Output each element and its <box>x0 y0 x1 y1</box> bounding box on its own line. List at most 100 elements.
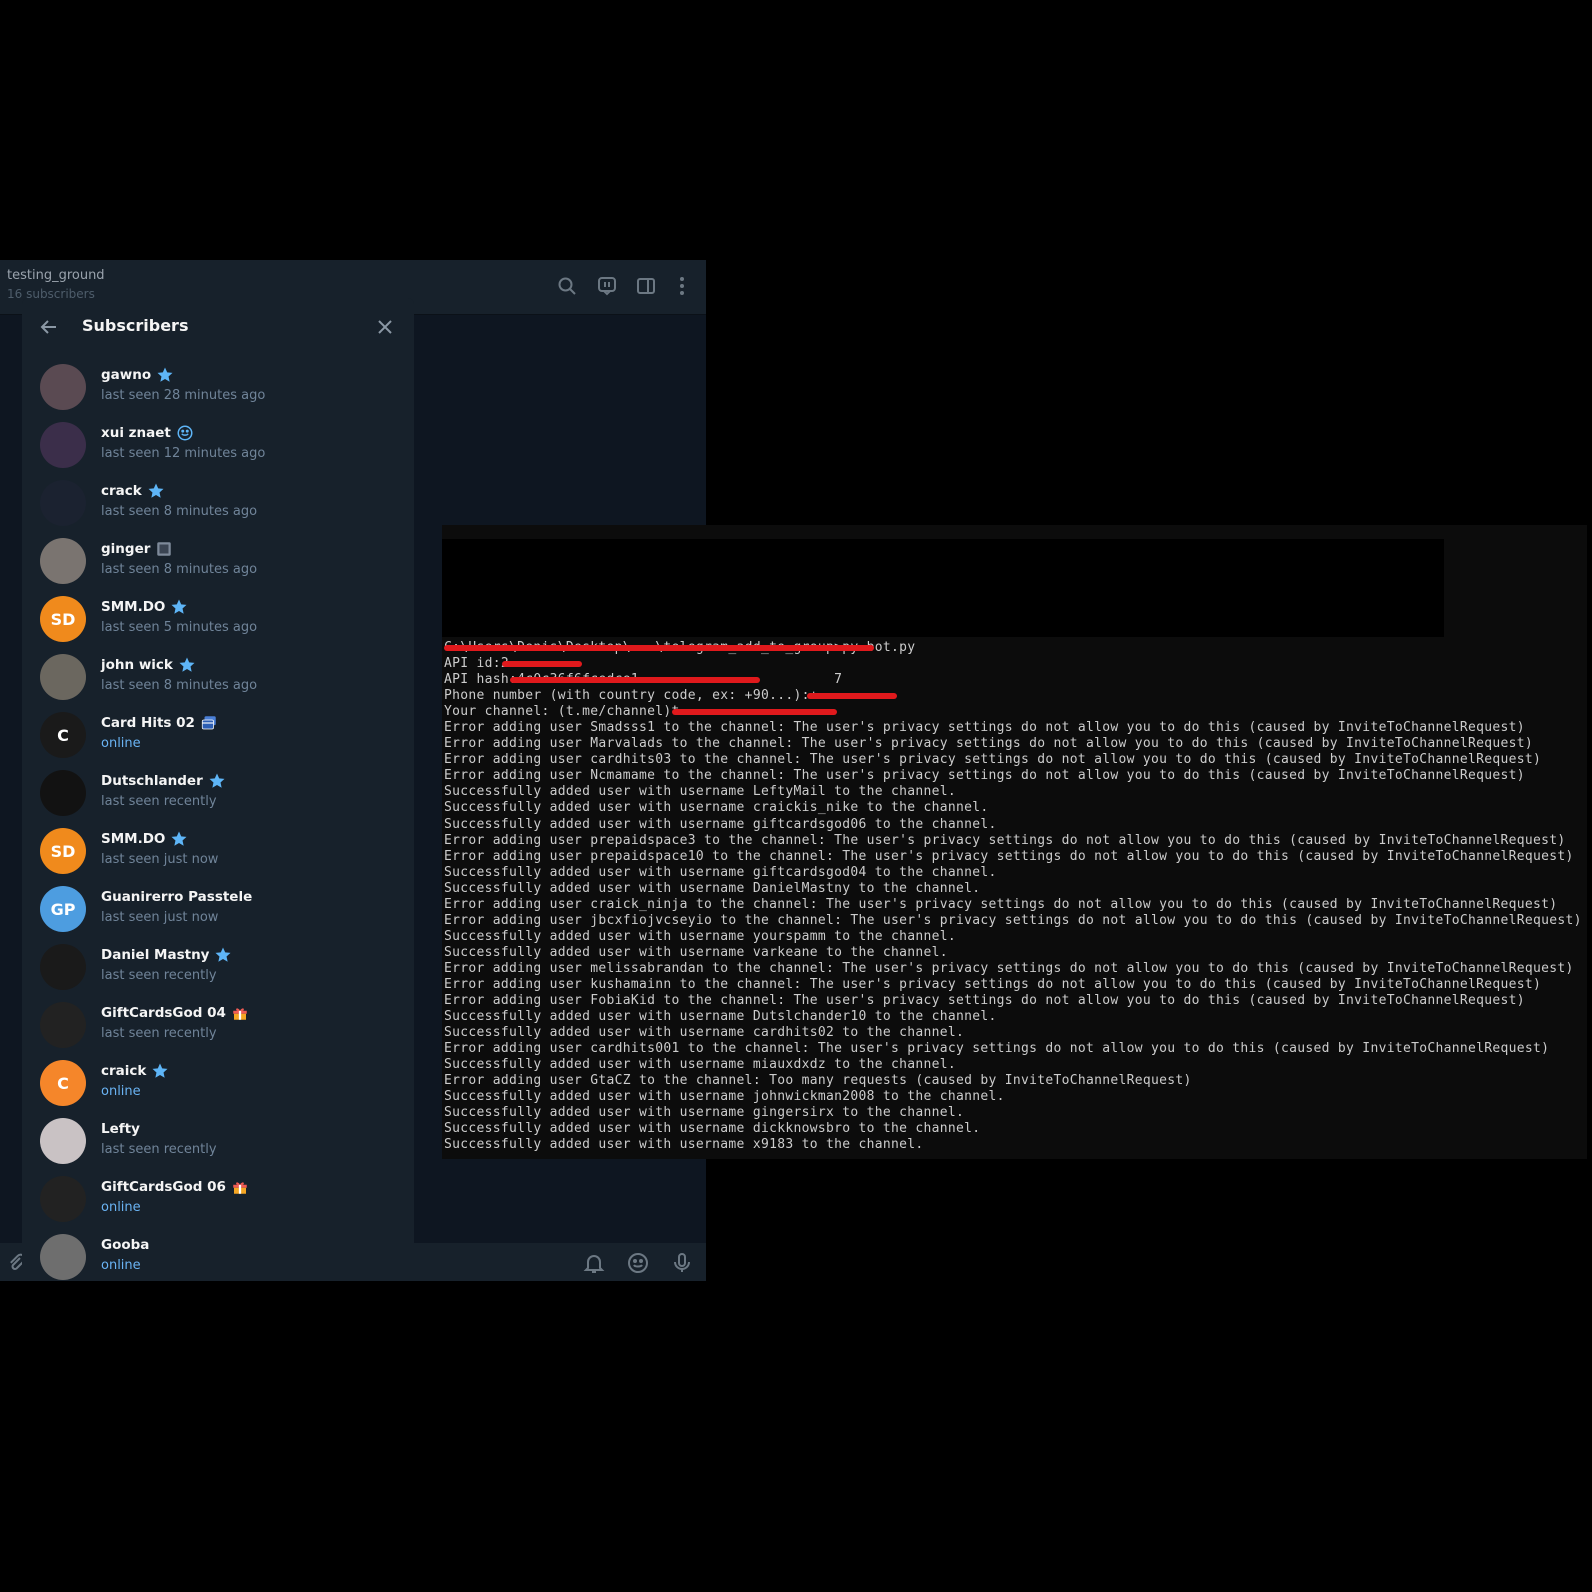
subscriber-row[interactable]: Daniel Mastny last seen recently <box>22 938 414 996</box>
gift-icon <box>231 1004 249 1022</box>
subscriber-name: Daniel Mastny <box>101 947 210 963</box>
terminal-line: Error adding user jbcxfiojvcseyio to the… <box>444 912 1582 928</box>
subscriber-row[interactable]: Ccraick online <box>22 1054 414 1112</box>
panel-title: Subscribers <box>82 316 189 335</box>
redaction-mark <box>672 709 837 715</box>
terminal-line: Phone number (with country code, ex: +90… <box>444 688 818 704</box>
subscriber-status: online <box>101 1258 141 1273</box>
redaction-mark <box>502 661 582 667</box>
terminal-line: Successfully added user with username x9… <box>444 1137 924 1153</box>
smiley-icon <box>176 424 194 442</box>
star-icon <box>151 1062 169 1080</box>
avatar <box>40 422 86 468</box>
subscriber-row[interactable]: Dutschlander last seen recently <box>22 764 414 822</box>
subscriber-name: john wick <box>101 657 173 673</box>
subscriber-status: last seen 8 minutes ago <box>101 562 258 577</box>
emoji-icon[interactable] <box>626 1251 650 1275</box>
terminal-line: Error adding user GtaCZ to the channel: … <box>444 1073 1192 1089</box>
subscriber-row[interactable]: gawno last seen 28 minutes ago <box>22 358 414 416</box>
subscriber-name: GiftCardsGod 04 <box>101 1005 226 1021</box>
redaction-mark <box>510 677 760 683</box>
avatar: C <box>40 712 86 758</box>
terminal-line: Error adding user Marvalads to the chann… <box>444 736 1533 752</box>
gift-icon <box>231 1178 249 1196</box>
terminal-line: Successfully added user with username mi… <box>444 1057 956 1073</box>
subscriber-name: crack <box>101 483 142 499</box>
subscriber-row[interactable]: SD SMM.DO last seen just now <box>22 822 414 880</box>
notification-bell-icon[interactable] <box>582 1251 606 1275</box>
subscriber-name: ginger <box>101 541 151 557</box>
avatar-initials: C <box>57 725 69 745</box>
subscriber-status: last seen 5 minutes ago <box>101 620 258 635</box>
terminal-line: Error adding user FobiaKid to the channe… <box>444 993 1525 1009</box>
avatar <box>40 1176 86 1222</box>
subscriber-status: last seen recently <box>101 968 217 983</box>
terminal-line: Successfully added user with username va… <box>444 944 948 960</box>
avatar-initials: C <box>57 1073 69 1093</box>
terminal-line: Successfully added user with username gi… <box>444 864 997 880</box>
terminal-line: Error adding user Smadsss1 to the channe… <box>444 720 1525 736</box>
subscriber-status: last seen 12 minutes ago <box>101 446 266 461</box>
subscriber-row[interactable]: ginger last seen 8 minutes ago <box>22 532 414 590</box>
subscriber-status: online <box>101 1084 141 1099</box>
terminal-line: Error adding user kushamainn to the chan… <box>444 976 1542 992</box>
subscriber-row[interactable]: xui znaet last seen 12 minutes ago <box>22 416 414 474</box>
terminal-line: Successfully added user with username jo… <box>444 1089 1005 1105</box>
terminal-line: Successfully added user with username Da… <box>444 880 981 896</box>
subscriber-row[interactable]: GiftCardsGod 04 last seen recently <box>22 996 414 1054</box>
terminal-line: API id:2 <box>444 656 510 672</box>
photo-icon <box>155 540 173 558</box>
subscriber-row[interactable]: crack last seen 8 minutes ago <box>22 474 414 532</box>
avatar <box>40 654 86 700</box>
terminal-line: Error adding user melissabrandan to the … <box>444 960 1574 976</box>
subscriber-status: last seen just now <box>101 852 219 867</box>
close-icon[interactable] <box>373 315 397 339</box>
subscriber-status: online <box>101 1200 141 1215</box>
subscriber-row[interactable]: SD SMM.DO last seen 5 minutes ago <box>22 590 414 648</box>
back-arrow-icon[interactable] <box>37 315 61 339</box>
terminal-title-strip <box>1062 525 1587 539</box>
subscriber-row[interactable]: Gooba online <box>22 1228 414 1281</box>
subscriber-row[interactable]: C Card Hits 02 online <box>22 706 414 764</box>
terminal-line: Error adding user cardhits03 to the chan… <box>444 752 1542 768</box>
avatar <box>40 480 86 526</box>
subscriber-status: last seen 8 minutes ago <box>101 678 258 693</box>
avatar <box>40 364 86 410</box>
subscriber-status: last seen 28 minutes ago <box>101 388 266 403</box>
subscriber-name: Dutschlander <box>101 773 203 789</box>
search-icon[interactable] <box>555 274 579 298</box>
subscriber-name: SMM.DO <box>101 599 166 615</box>
more-options-icon[interactable] <box>670 274 694 298</box>
subscriber-name: Lefty <box>101 1121 140 1137</box>
terminal-line: Your channel: (t.me/channel)t <box>444 704 680 720</box>
subscriber-name: xui znaet <box>101 425 171 441</box>
avatar: C <box>40 1060 86 1106</box>
subscriber-status: last seen 8 minutes ago <box>101 504 258 519</box>
avatar <box>40 1118 86 1164</box>
subscriber-status: last seen recently <box>101 1026 217 1041</box>
subscriber-row[interactable]: GP Guanirerro Passtele last seen just now <box>22 880 414 938</box>
star-icon <box>170 830 188 848</box>
redaction-mark <box>807 693 897 699</box>
subscriber-row[interactable]: GiftCardsGod 06 online <box>22 1170 414 1228</box>
avatar-initials: SD <box>50 841 76 861</box>
subscribers-panel: Subscribers gawno last seen 28 minutes ag… <box>22 298 414 1281</box>
terminal-line: Successfully added user with username Du… <box>444 1009 997 1025</box>
star-icon <box>156 366 174 384</box>
microphone-icon[interactable] <box>670 1251 694 1275</box>
subscriber-row[interactable]: Lefty last seen recently <box>22 1112 414 1170</box>
terminal-line: Successfully added user with username di… <box>444 1121 981 1137</box>
terminal-line: Successfully added user with username ca… <box>444 1025 965 1041</box>
comments-icon[interactable] <box>595 274 619 298</box>
subscriber-row[interactable]: john wick last seen 8 minutes ago <box>22 648 414 706</box>
terminal-line: Successfully added user with username gi… <box>444 816 997 832</box>
avatar-initials: SD <box>50 609 76 629</box>
subscriber-status: last seen just now <box>101 910 219 925</box>
subscriber-status: last seen recently <box>101 1142 217 1157</box>
avatar: SD <box>40 828 86 874</box>
avatar <box>40 944 86 990</box>
avatar-initials: GP <box>50 899 76 919</box>
channel-title[interactable]: testing_ground <box>7 268 105 283</box>
sidebar-toggle-icon[interactable] <box>634 274 658 298</box>
subscriber-name: Card Hits 02 <box>101 715 195 731</box>
